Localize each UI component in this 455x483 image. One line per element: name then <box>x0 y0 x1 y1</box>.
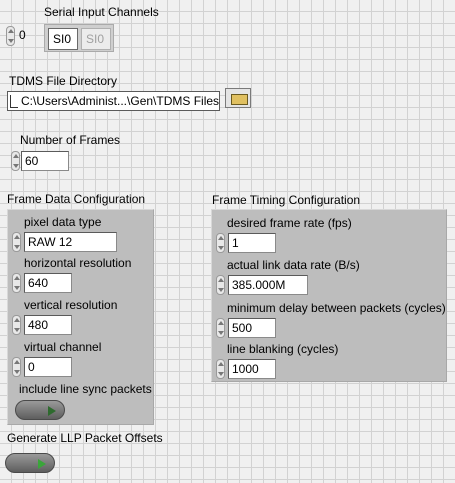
min-delay-spinner[interactable] <box>216 318 225 338</box>
horizontal-resolution-label: horizontal resolution <box>24 256 132 270</box>
vertical-resolution-label: vertical resolution <box>24 298 118 312</box>
line-blanking-spinner[interactable] <box>216 359 225 379</box>
virtual-channel-label: virtual channel <box>24 340 102 354</box>
number-of-frames-label: Number of Frames <box>20 133 121 147</box>
tdms-directory-path-text: C:\Users\Administ...\Gen\TDMS Files <box>21 94 220 108</box>
llp-offsets-label: Generate LLP Packet Offsets <box>7 431 163 445</box>
min-delay-label: minimum delay between packets (cycles) <box>227 301 446 315</box>
virtual-channel-spinner[interactable] <box>12 357 21 377</box>
frames-spinner[interactable] <box>11 151 20 171</box>
number-of-frames-field[interactable]: 60 <box>21 151 69 171</box>
pixel-data-type-field[interactable]: RAW 12 <box>24 232 117 252</box>
serial-index-spinner[interactable] <box>6 26 15 46</box>
link-data-rate-label: actual link data rate (B/s) <box>227 258 360 272</box>
virtual-channel-field[interactable]: 0 <box>24 357 72 377</box>
line-sync-packets-label: include line sync packets <box>19 382 152 396</box>
link-data-rate-spinner[interactable] <box>216 275 225 295</box>
browse-folder-button[interactable] <box>225 88 251 108</box>
horizontal-resolution-field[interactable]: 640 <box>24 273 72 293</box>
pixel-data-type-spinner[interactable] <box>12 232 21 252</box>
vertical-resolution-field[interactable]: 480 <box>24 315 72 335</box>
serial-index-field[interactable]: 0 <box>16 26 40 46</box>
serial-channel-0[interactable]: SI0 <box>48 28 78 50</box>
desired-frame-rate-label: desired frame rate (fps) <box>227 216 352 230</box>
folder-icon <box>231 94 248 105</box>
serial-channel-1[interactable]: SI0 <box>81 28 111 50</box>
desired-frame-rate-spinner[interactable] <box>216 233 225 253</box>
line-sync-packets-toggle[interactable] <box>15 400 65 420</box>
min-delay-field[interactable]: 500 <box>228 318 276 338</box>
link-data-rate-field[interactable]: 385.000M <box>228 275 308 295</box>
line-blanking-label: line blanking (cycles) <box>227 342 339 356</box>
llp-offsets-toggle[interactable] <box>5 453 55 473</box>
line-blanking-field[interactable]: 1000 <box>228 359 276 379</box>
tdms-directory-path-field[interactable]: C:\Users\Administ...\Gen\TDMS Files <box>7 91 220 111</box>
tdms-directory-label: TDMS File Directory <box>9 74 118 88</box>
vertical-resolution-spinner[interactable] <box>12 315 21 335</box>
frame-data-config-title: Frame Data Configuration <box>7 192 146 206</box>
pixel-data-type-label: pixel data type <box>24 215 102 229</box>
serial-channels-label: Serial Input Channels <box>44 5 159 19</box>
frame-timing-config-title: Frame Timing Configuration <box>212 193 361 207</box>
path-icon <box>10 95 18 108</box>
horizontal-resolution-spinner[interactable] <box>12 273 21 293</box>
desired-frame-rate-field[interactable]: 1 <box>228 233 276 253</box>
